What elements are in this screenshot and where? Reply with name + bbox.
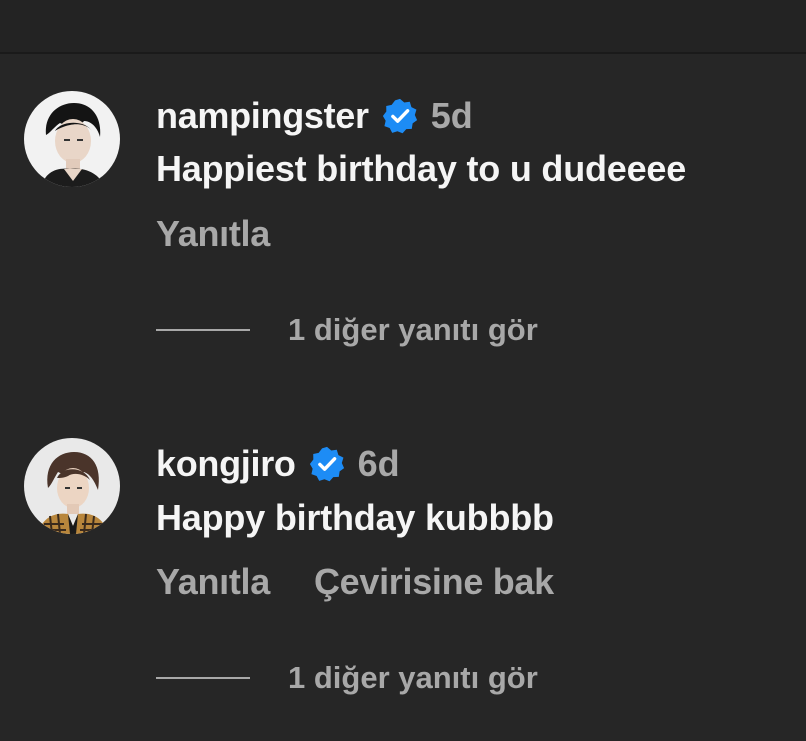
comment-actions: Yanıtla (156, 213, 314, 255)
divider (0, 52, 806, 54)
view-replies-label: 1 diğer yanıtı gör (288, 312, 538, 347)
comment-actions: Yanıtla Çevirisine bak (156, 561, 598, 603)
verified-badge-icon (381, 97, 419, 135)
view-replies-button[interactable]: 1 diğer yanıtı gör (156, 312, 538, 348)
reply-divider-line (156, 329, 250, 331)
top-bar (0, 0, 806, 52)
reply-button[interactable]: Yanıtla (156, 213, 270, 255)
verified-badge-icon (308, 445, 346, 483)
comment-header: nampingster 5d (156, 94, 473, 138)
comment-text: Happy birthday kubbbb (156, 497, 554, 538)
comment-text: Happiest birthday to u dudeeee (156, 148, 687, 189)
see-translation-button[interactable]: Çevirisine bak (314, 561, 554, 603)
reply-divider-line (156, 677, 250, 679)
comment-time: 5d (430, 95, 473, 136)
username[interactable]: kongjiro (156, 443, 296, 485)
username[interactable]: nampingster (156, 95, 369, 137)
avatar[interactable] (24, 438, 120, 534)
view-replies-button[interactable]: 1 diğer yanıtı gör (156, 660, 538, 696)
comment-time: 6d (357, 443, 400, 484)
view-replies-label: 1 diğer yanıtı gör (288, 660, 538, 695)
comment-header: kongjiro 6d (156, 442, 400, 486)
reply-button[interactable]: Yanıtla (156, 561, 270, 603)
avatar[interactable] (24, 91, 120, 187)
comments-screen: nampingster 5d Happiest birthday to u du… (0, 0, 806, 741)
